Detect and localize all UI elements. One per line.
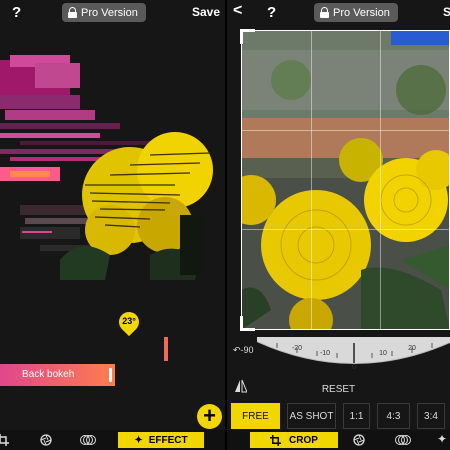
glitch-effect-image xyxy=(0,55,213,280)
pro-version-label: Pro Version xyxy=(333,6,390,19)
left-editor-panel: ? Pro Version Save 23° Back bokeh + ✦ EF… xyxy=(0,0,225,450)
crop-icon[interactable] xyxy=(0,434,9,446)
crop-handle-bottom-left[interactable] xyxy=(240,316,255,331)
crop-tab-label: CROP xyxy=(289,434,318,446)
right-top-bar: < ? Pro Version S xyxy=(227,0,450,26)
save-button[interactable]: S xyxy=(443,5,450,19)
dial-tick-label: -10 xyxy=(320,350,330,357)
aperture-icon[interactable] xyxy=(40,434,52,446)
timeline-marker[interactable] xyxy=(164,337,168,361)
effect-bar-handle[interactable] xyxy=(109,368,112,382)
straighten-dial[interactable]: -20 -10 0 10 20 xyxy=(257,337,450,373)
effect-tab-label: EFFECT xyxy=(148,434,188,446)
aperture-icon[interactable] xyxy=(353,434,365,446)
layers-icon[interactable] xyxy=(80,434,96,446)
dial-tick-label: 0 xyxy=(352,364,356,371)
grid-line xyxy=(379,31,381,329)
lock-icon xyxy=(68,7,77,18)
rotate-icon: ↶ xyxy=(233,345,241,355)
grid-line xyxy=(242,130,449,132)
ratio-as-shot-button[interactable]: AS SHOT xyxy=(287,403,336,429)
left-bottom-tabbar: ✦ EFFECT xyxy=(0,430,225,450)
ratio-3-4-button[interactable]: 3:4 xyxy=(417,403,445,429)
pro-version-button[interactable]: Pro Version xyxy=(62,3,146,22)
grid-line xyxy=(310,31,312,329)
tab-effect[interactable]: ✦ EFFECT xyxy=(118,432,204,448)
reset-button[interactable]: RESET xyxy=(227,384,450,395)
crop-icon xyxy=(270,434,282,446)
add-effect-button[interactable]: + xyxy=(197,404,222,429)
grid-line xyxy=(242,229,449,231)
crop-handle-top-left[interactable] xyxy=(240,29,255,44)
pro-version-label: Pro Version xyxy=(81,6,138,19)
back-chevron-icon[interactable]: < xyxy=(233,2,242,20)
effect-wand-icon: ✦ xyxy=(134,434,143,446)
ratio-4-3-button[interactable]: 4:3 xyxy=(377,403,410,429)
rotate-value: -90 xyxy=(240,345,254,355)
effect-name-label: Back bokeh xyxy=(22,369,75,380)
help-icon[interactable]: ? xyxy=(12,4,21,21)
angle-indicator-pin[interactable]: 23° xyxy=(114,307,144,337)
ratio-1-1-button[interactable]: 1:1 xyxy=(343,403,370,429)
left-top-bar: ? Pro Version Save xyxy=(0,0,225,26)
aspect-ratio-row: FREE AS SHOT 1:1 4:3 3:4 xyxy=(231,403,445,429)
help-icon[interactable]: ? xyxy=(267,4,276,21)
ratio-free-button[interactable]: FREE xyxy=(231,403,280,429)
dial-tick-label: 10 xyxy=(379,350,387,357)
save-button[interactable]: Save xyxy=(192,5,220,19)
dial-tick-label: 20 xyxy=(408,345,416,352)
right-crop-panel: < ? Pro Version S ↶-90 -20 -10 0 10 20 R… xyxy=(227,0,450,450)
effect-wand-icon[interactable]: ✦ xyxy=(437,432,447,446)
tab-crop[interactable]: CROP xyxy=(250,432,338,448)
effect-strength-bar[interactable]: Back bokeh xyxy=(0,364,115,386)
layers-icon[interactable] xyxy=(395,434,411,446)
right-bottom-tabbar: CROP ✦ xyxy=(227,430,450,450)
crop-frame[interactable] xyxy=(240,29,450,331)
rotate-button[interactable]: ↶-90 xyxy=(233,345,254,356)
angle-value: 23° xyxy=(122,316,136,326)
lock-icon xyxy=(320,7,329,18)
pro-version-button[interactable]: Pro Version xyxy=(314,3,398,22)
dial-tick-label: -20 xyxy=(292,345,302,352)
